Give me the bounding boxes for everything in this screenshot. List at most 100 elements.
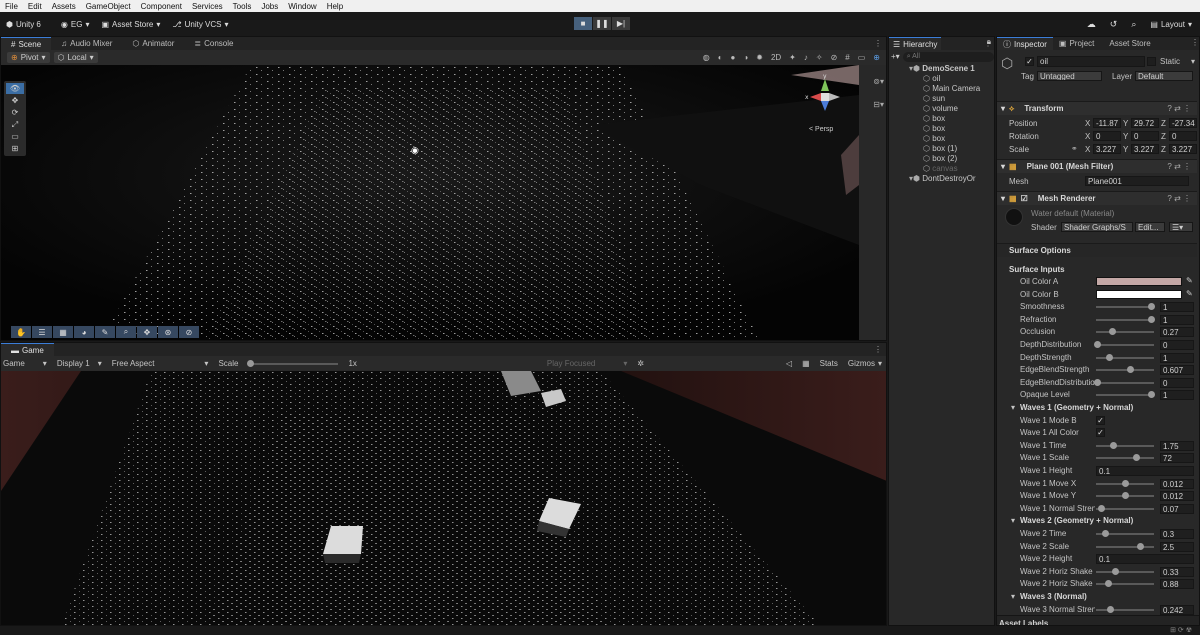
slider-value-field[interactable]: 1.75 [1160, 440, 1194, 451]
slider-value-field[interactable]: 0 [1160, 377, 1194, 388]
search-icon[interactable]: ⌕ [1131, 19, 1136, 30]
probe-tool-icon[interactable]: ⊛ [158, 326, 178, 338]
color-swatch[interactable] [1096, 289, 1182, 299]
layout-dropdown[interactable]: ▤ Layout ▾ [1150, 17, 1192, 31]
hand-tool-icon[interactable]: ✋ [11, 326, 31, 338]
overlay-icon[interactable]: ⊟▾ [873, 100, 884, 109]
effects-icon[interactable]: ✧ [816, 53, 823, 62]
component-menu-icon[interactable]: ? ⇄ ⋮ [1167, 104, 1191, 113]
hierarchy-item[interactable]: ⬡ volume [909, 104, 994, 114]
orientation-gizmo[interactable]: y x [805, 73, 845, 117]
tab-audio-mixer[interactable]: ♫ Audio Mixer [51, 37, 122, 50]
rotation-y-field[interactable]: 0 [1131, 131, 1159, 141]
lighting-icon[interactable]: ✦ [789, 53, 796, 62]
inspector-more-icon[interactable]: ⋮ [1191, 38, 1199, 47]
scene-more-icon[interactable]: ⋮ [874, 39, 882, 48]
slider-track[interactable] [1096, 457, 1154, 460]
slider-track[interactable] [1096, 318, 1154, 321]
rotate-tool-icon[interactable]: ⟳ [6, 107, 24, 118]
view-tool-icon[interactable]: 👁 [6, 83, 24, 94]
rotation-x-field[interactable]: 0 [1093, 131, 1121, 141]
terrain-tool-icon[interactable]: ▦ [53, 326, 73, 338]
hierarchy-item[interactable]: ⬡ box (1) [909, 144, 994, 154]
globe-icon[interactable]: ◍ [703, 53, 710, 62]
tab-scene[interactable]: # Scene [1, 37, 52, 50]
bug-icon[interactable]: ✲ [637, 359, 644, 368]
slider-track[interactable] [1096, 570, 1154, 573]
slider-value-field[interactable]: 0 [1160, 340, 1194, 350]
slider-track[interactable] [1096, 444, 1154, 447]
2d-toggle-icon[interactable]: 2D [771, 53, 781, 62]
slider-value-field[interactable]: 0.012 [1160, 478, 1194, 489]
moon-icon[interactable]: ◑ [743, 53, 748, 62]
rotation-z-field[interactable]: 0 [1169, 131, 1197, 141]
play-button[interactable]: ■ [574, 17, 592, 30]
game-viewport[interactable] [1, 371, 886, 625]
settings-tool-icon[interactable]: ☰ [32, 326, 52, 338]
mesh-filter-section[interactable]: ▾ ▦ Plane 001 (Mesh Filter) ? ⇄ ⋮ [997, 159, 1197, 173]
transform-tool-icon[interactable]: ⊞ [6, 143, 24, 154]
play-focused-dropdown[interactable]: Play Focused ▾ [547, 359, 627, 368]
slider-track[interactable] [1096, 306, 1154, 309]
slider-handle[interactable] [1109, 328, 1116, 336]
hierarchy-search[interactable]: ⌕ All [902, 51, 994, 62]
rect-tool-icon[interactable]: ▭ [6, 131, 24, 142]
slider-track[interactable] [1096, 356, 1154, 359]
slider-value-field[interactable]: 0.07 [1160, 503, 1194, 514]
grid-icon[interactable]: # [845, 53, 849, 62]
surface-tool-icon[interactable]: ◕ [74, 326, 94, 338]
property-checkbox[interactable]: ✓ [1096, 415, 1105, 425]
game-more-icon[interactable]: ⋮ [874, 345, 882, 354]
property-checkbox[interactable]: ✓ [1096, 428, 1105, 438]
scale-tool-icon[interactable]: ⤢ [6, 119, 24, 130]
gizmos-dropdown[interactable]: Gizmos ▾ [848, 359, 886, 368]
tab-inspector[interactable]: ⓘ Inspector [997, 37, 1053, 50]
slider-handle[interactable] [1148, 315, 1155, 323]
slider-handle[interactable] [1102, 530, 1109, 537]
slider-handle[interactable] [1148, 303, 1155, 311]
slider-track[interactable] [1096, 344, 1154, 346]
keyboard-icon[interactable]: ▦ [802, 359, 810, 368]
group-header[interactable]: Waves 1 (Geometry + Normal) [1020, 403, 1133, 412]
scale-x-field[interactable]: 3.227 [1093, 144, 1121, 154]
slider-track[interactable] [1096, 394, 1154, 397]
menu-item-window[interactable]: Window [283, 2, 321, 11]
slider-value-field[interactable]: 0.607 [1160, 365, 1194, 376]
slider-handle[interactable] [1122, 479, 1129, 487]
slider-handle[interactable] [1094, 378, 1101, 386]
eyedropper-icon[interactable]: ✎ [1186, 289, 1193, 298]
menu-item-assets[interactable]: Assets [47, 2, 81, 11]
menu-item-component[interactable]: Component [136, 2, 187, 11]
game-dropdown[interactable]: Game ▾ [3, 359, 47, 368]
view-options-icon[interactable]: ⊚▾ [873, 77, 884, 86]
slider-value-field[interactable]: 0.3 [1160, 529, 1194, 539]
slider-handle[interactable] [1106, 353, 1113, 361]
local-dropdown[interactable]: ⬡ Local ▾ [53, 52, 98, 63]
tab-game[interactable]: ▬ Game [1, 343, 54, 356]
slider-handle[interactable] [1148, 391, 1155, 399]
group-header[interactable]: Waves 3 (Normal) [1020, 592, 1087, 601]
hierarchy-item[interactable]: ⬡ oil [909, 74, 994, 84]
step-button[interactable]: ▶| [612, 17, 630, 30]
persp-label[interactable]: < Persp [809, 126, 833, 133]
search-tool-icon[interactable]: ⌕ [116, 326, 136, 338]
stats-button[interactable]: Stats [820, 359, 838, 368]
slider-handle[interactable] [1098, 504, 1105, 512]
menu-item-tools[interactable]: Tools [228, 2, 257, 11]
unity-button[interactable]: ⬢ Unity 6 [0, 17, 47, 31]
snap-tool-icon[interactable]: ✥ [137, 326, 157, 338]
mesh-renderer-section[interactable]: ▾ ▦ ☑ Mesh Renderer ? ⇄ ⋮ [997, 191, 1197, 205]
link-scale-icon[interactable]: ⚭ [1071, 144, 1078, 153]
history-icon[interactable]: ↺ [1110, 19, 1118, 30]
tab-asset-store[interactable]: Asset Store [1100, 37, 1156, 50]
gizmos-icon[interactable]: ⊕ [873, 53, 880, 62]
navmesh-tool-icon[interactable]: ⊘ [179, 326, 199, 338]
slider-value-field[interactable]: 0.88 [1160, 579, 1194, 590]
slider-handle[interactable] [1107, 605, 1114, 613]
scene-viewport[interactable]: ◉ [1, 65, 859, 340]
aspect-dropdown[interactable]: Free Aspect ▾ [112, 359, 209, 368]
hierarchy-dontdestroy[interactable]: ▾⬢ DontDestroyOr [909, 174, 994, 184]
camera-icon[interactable]: ▭ [858, 53, 866, 62]
cloud-icon[interactable]: ☁ [1087, 19, 1096, 30]
slider-track[interactable] [1096, 369, 1154, 372]
